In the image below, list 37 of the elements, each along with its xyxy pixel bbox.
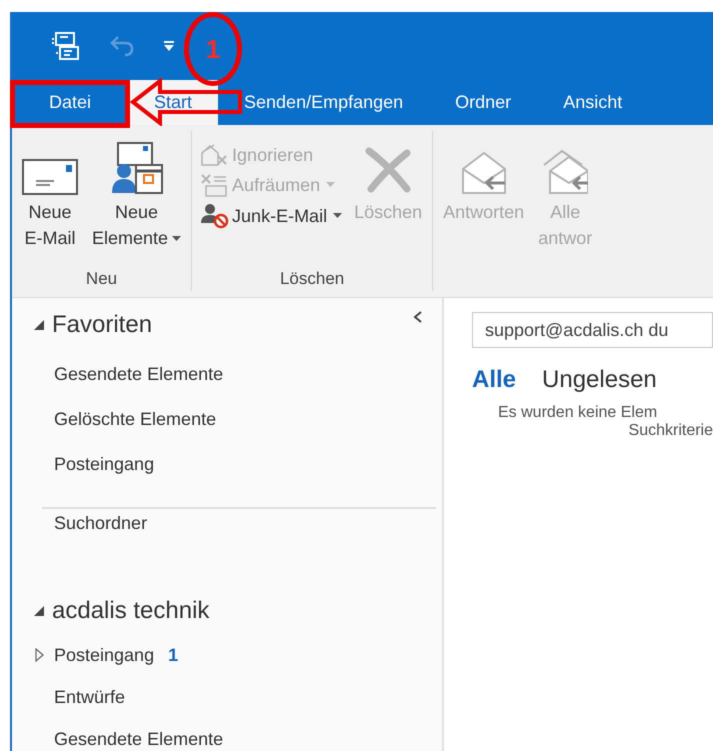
send-receive-icon[interactable] [52, 31, 80, 61]
section-title: Favoriten [52, 311, 152, 339]
folder-item[interactable]: Posteingang [54, 454, 154, 475]
section-title: acdalis technik [52, 597, 210, 625]
empty-message: Es wurden keine Elem [497, 404, 658, 422]
expanded-triangle-icon[interactable] [34, 606, 44, 616]
step-number-circle: 1 [184, 12, 242, 86]
envelope-reply-all-icon [542, 149, 588, 195]
ribbon-button[interactable]: Neue Elemente [90, 131, 184, 269]
group-label: Löschen [280, 269, 344, 288]
folder-item[interactable]: Gesendete Elemente [54, 364, 224, 385]
ribbon-tab[interactable]: Ansicht [537, 80, 648, 125]
unread-count: 1 [168, 644, 178, 666]
folder-item[interactable]: Suchordner [54, 512, 148, 534]
dropdown-caret-icon [333, 213, 342, 219]
empty-message: Suchkriterie [628, 422, 713, 440]
folder-item[interactable]: Gelöschte Elemente [54, 409, 216, 430]
collapsed-triangle-icon[interactable] [34, 648, 44, 662]
folder-item[interactable]: Posteingang [54, 644, 154, 666]
ribbon-tab[interactable]: Ordner [429, 80, 538, 125]
customize-toolbar-icon[interactable] [164, 40, 174, 52]
filter-tab[interactable]: Ungelesen [542, 366, 657, 394]
envelope-icon [22, 159, 78, 195]
ribbon-button[interactable]: Neue E-Mail [20, 131, 80, 269]
new-items-icon [110, 141, 164, 195]
folder-item[interactable]: Entwürfe [54, 686, 126, 708]
filter-tab[interactable]: Alle [472, 366, 516, 394]
group-label: Neu [86, 269, 118, 288]
junk-person-icon [200, 203, 230, 229]
dropdown-caret-icon [172, 236, 182, 242]
expanded-triangle-icon[interactable] [34, 320, 44, 330]
search-field[interactable]: support@acdalis.ch du [472, 312, 713, 348]
ribbon-button[interactable]: Junk-E-Mail [200, 203, 342, 229]
collapse-pane-icon[interactable] [412, 310, 424, 324]
folder-item[interactable]: Gesendete Elemente [54, 728, 224, 750]
delete-icon [363, 145, 414, 195]
dropdown-caret-icon [326, 182, 336, 188]
